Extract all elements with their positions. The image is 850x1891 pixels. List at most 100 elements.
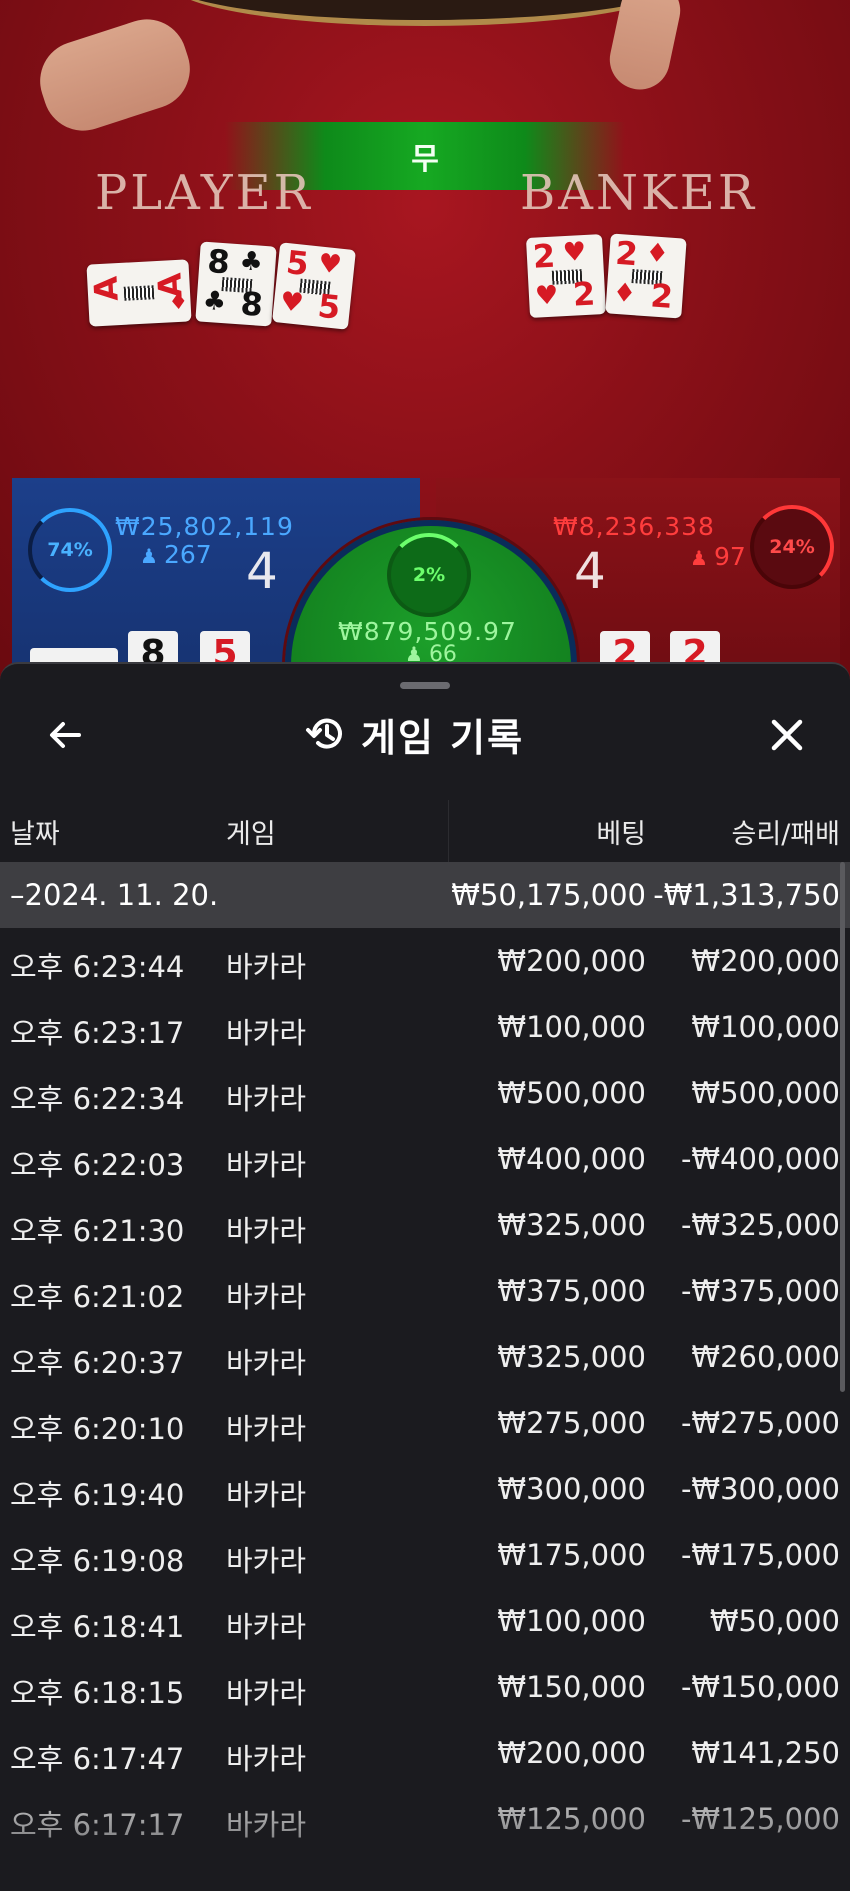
history-row[interactable]: 오후 6:18:41 바카라 ₩100,000 ₩50,000 — [0, 1588, 850, 1654]
card-rank: 2 — [571, 274, 597, 314]
row-win-loss: -₩325,000 — [680, 1208, 840, 1242]
row-win-loss: -₩125,000 — [680, 1802, 840, 1836]
history-row[interactable]: 오후 6:23:17 바카라 ₩100,000 ₩100,000 — [0, 994, 850, 1060]
dealer-left-hand — [29, 9, 201, 141]
history-row[interactable]: 오후 6:23:44 바카라 ₩200,000 ₩200,000 — [0, 928, 850, 994]
player-bettors: 267 — [163, 540, 212, 569]
history-row[interactable]: 오후 6:22:03 바카라 ₩400,000 -₩400,000 — [0, 1126, 850, 1192]
row-win-loss: ₩200,000 — [691, 944, 840, 978]
tie-percent-ring: 2% — [387, 533, 471, 617]
person-icon: ♟ — [690, 546, 708, 570]
row-time: 오후 6:18:41 — [10, 1610, 185, 1644]
history-row[interactable]: 오후 6:20:37 바카라 ₩325,000 ₩260,000 — [0, 1324, 850, 1390]
row-game: 바카라 — [226, 1214, 307, 1248]
history-row[interactable]: 오후 6:21:02 바카라 ₩375,000 -₩375,000 — [0, 1258, 850, 1324]
history-header-title: 게임 기록 — [305, 706, 524, 762]
row-win-loss: -₩375,000 — [680, 1274, 840, 1308]
back-button[interactable] — [38, 708, 92, 762]
row-bet: ₩100,000 — [497, 1010, 646, 1044]
player-card-3: 5 ♥ ♥ 5 — [272, 242, 356, 330]
column-header-win-loss[interactable]: 승리/패배 — [732, 812, 840, 851]
player-score: 4 — [246, 542, 278, 600]
row-bet: ₩200,000 — [497, 944, 646, 978]
row-time: 오후 6:17:17 — [10, 1808, 185, 1842]
person-icon: ♟ — [140, 544, 158, 568]
row-game: 바카라 — [226, 1148, 307, 1182]
history-row[interactable]: 오후 6:18:15 바카라 ₩150,000 -₩150,000 — [0, 1654, 850, 1720]
row-game: 바카라 — [226, 1610, 307, 1644]
banker-percent-ring: 24% — [750, 505, 834, 589]
history-row[interactable]: 오후 6:19:40 바카라 ₩300,000 -₩300,000 — [0, 1456, 850, 1522]
row-time: 오후 6:23:44 — [10, 950, 185, 984]
row-bet: ₩400,000 — [497, 1142, 646, 1176]
card-barcode — [123, 285, 155, 301]
history-row[interactable]: 오후 6:22:34 바카라 ₩500,000 ₩500,000 — [0, 1060, 850, 1126]
date-group-win-loss-total: -₩1,313,750 — [653, 878, 840, 912]
player-card-2: 8 ♣ ♣ 8 — [195, 241, 277, 327]
row-game: 바카라 — [226, 1346, 307, 1380]
row-bet: ₩150,000 — [497, 1670, 646, 1704]
row-bet: ₩275,000 — [497, 1406, 646, 1440]
row-bet: ₩500,000 — [497, 1076, 646, 1110]
row-bet: ₩200,000 — [497, 1736, 646, 1770]
card-suit: ♦ — [167, 289, 189, 316]
row-win-loss: -₩275,000 — [680, 1406, 840, 1440]
row-bet: ₩100,000 — [497, 1604, 646, 1638]
row-win-loss: ₩100,000 — [691, 1010, 840, 1044]
player-percent: 74% — [47, 539, 93, 561]
row-time: 오후 6:19:08 — [10, 1544, 185, 1578]
banker-title: BANKER — [520, 165, 757, 221]
history-row[interactable]: 오후 6:17:17 바카라 ₩125,000 -₩125,000 — [0, 1786, 850, 1852]
history-row[interactable]: 오후 6:19:08 바카라 ₩175,000 -₩175,000 — [0, 1522, 850, 1588]
history-row[interactable]: 오후 6:20:10 바카라 ₩275,000 -₩275,000 — [0, 1390, 850, 1456]
card-rank: 8 — [206, 242, 232, 282]
sheet-drag-handle[interactable] — [400, 682, 450, 689]
row-win-loss: -₩175,000 — [680, 1538, 840, 1572]
banker-score: 4 — [574, 542, 606, 600]
card-suit: ♣ — [201, 285, 228, 318]
row-time: 오후 6:22:34 — [10, 1082, 185, 1116]
banker-bet-amount: ₩8,236,338 — [553, 512, 715, 541]
history-row[interactable]: 오후 6:21:30 바카라 ₩325,000 -₩325,000 — [0, 1192, 850, 1258]
row-game: 바카라 — [226, 950, 307, 984]
row-time: 오후 6:21:02 — [10, 1280, 185, 1314]
card-suit: ♣ — [238, 246, 264, 278]
scrollbar[interactable] — [840, 862, 845, 1392]
column-header-game[interactable]: 게임 — [226, 812, 276, 851]
player-bet-amount: ₩25,802,119 — [115, 512, 294, 541]
row-bet: ₩125,000 — [497, 1802, 646, 1836]
table-rim — [170, 0, 680, 26]
row-game: 바카라 — [226, 1280, 307, 1314]
player-percent-ring: 74% — [28, 508, 112, 592]
row-time: 오후 6:20:37 — [10, 1346, 185, 1380]
date-group-row[interactable]: –2024. 11. 20. ₩50,175,000 -₩1,313,750 — [0, 862, 850, 928]
column-header-bet[interactable]: 베팅 — [596, 812, 646, 851]
row-game: 바카라 — [226, 1412, 307, 1446]
card-suit: ♥ — [534, 280, 560, 312]
row-bet: ₩175,000 — [497, 1538, 646, 1572]
row-win-loss: -₩300,000 — [680, 1472, 840, 1506]
banker-bettors: 97 — [713, 542, 746, 571]
close-button[interactable] — [760, 708, 814, 762]
row-game: 바카라 — [226, 1082, 307, 1116]
row-bet: ₩325,000 — [497, 1340, 646, 1374]
row-win-loss: -₩400,000 — [680, 1142, 840, 1176]
card-rank: A — [86, 275, 126, 303]
banker-card-1: 2 ♥ ♥ 2 — [525, 234, 607, 318]
card-suit: ♦ — [611, 277, 638, 310]
row-time: 오후 6:22:03 — [10, 1148, 185, 1182]
card-rank: 2 — [649, 276, 675, 316]
row-win-loss: ₩260,000 — [691, 1340, 840, 1374]
row-game: 바카라 — [226, 1544, 307, 1578]
player-title: PLAYER — [95, 165, 313, 221]
history-title: 게임 기록 — [361, 715, 525, 760]
date-group-bet-total: ₩50,175,000 — [451, 878, 646, 912]
card-suit: ♦ — [644, 237, 670, 270]
row-time: 오후 6:23:17 — [10, 1016, 185, 1050]
row-bet: ₩375,000 — [497, 1274, 646, 1308]
column-header-date[interactable]: 날짜 — [10, 812, 60, 851]
history-row[interactable]: 오후 6:17:47 바카라 ₩200,000 ₩141,250 — [0, 1720, 850, 1786]
column-divider — [448, 800, 449, 862]
close-x-icon — [771, 719, 803, 751]
row-time: 오후 6:17:47 — [10, 1742, 185, 1776]
